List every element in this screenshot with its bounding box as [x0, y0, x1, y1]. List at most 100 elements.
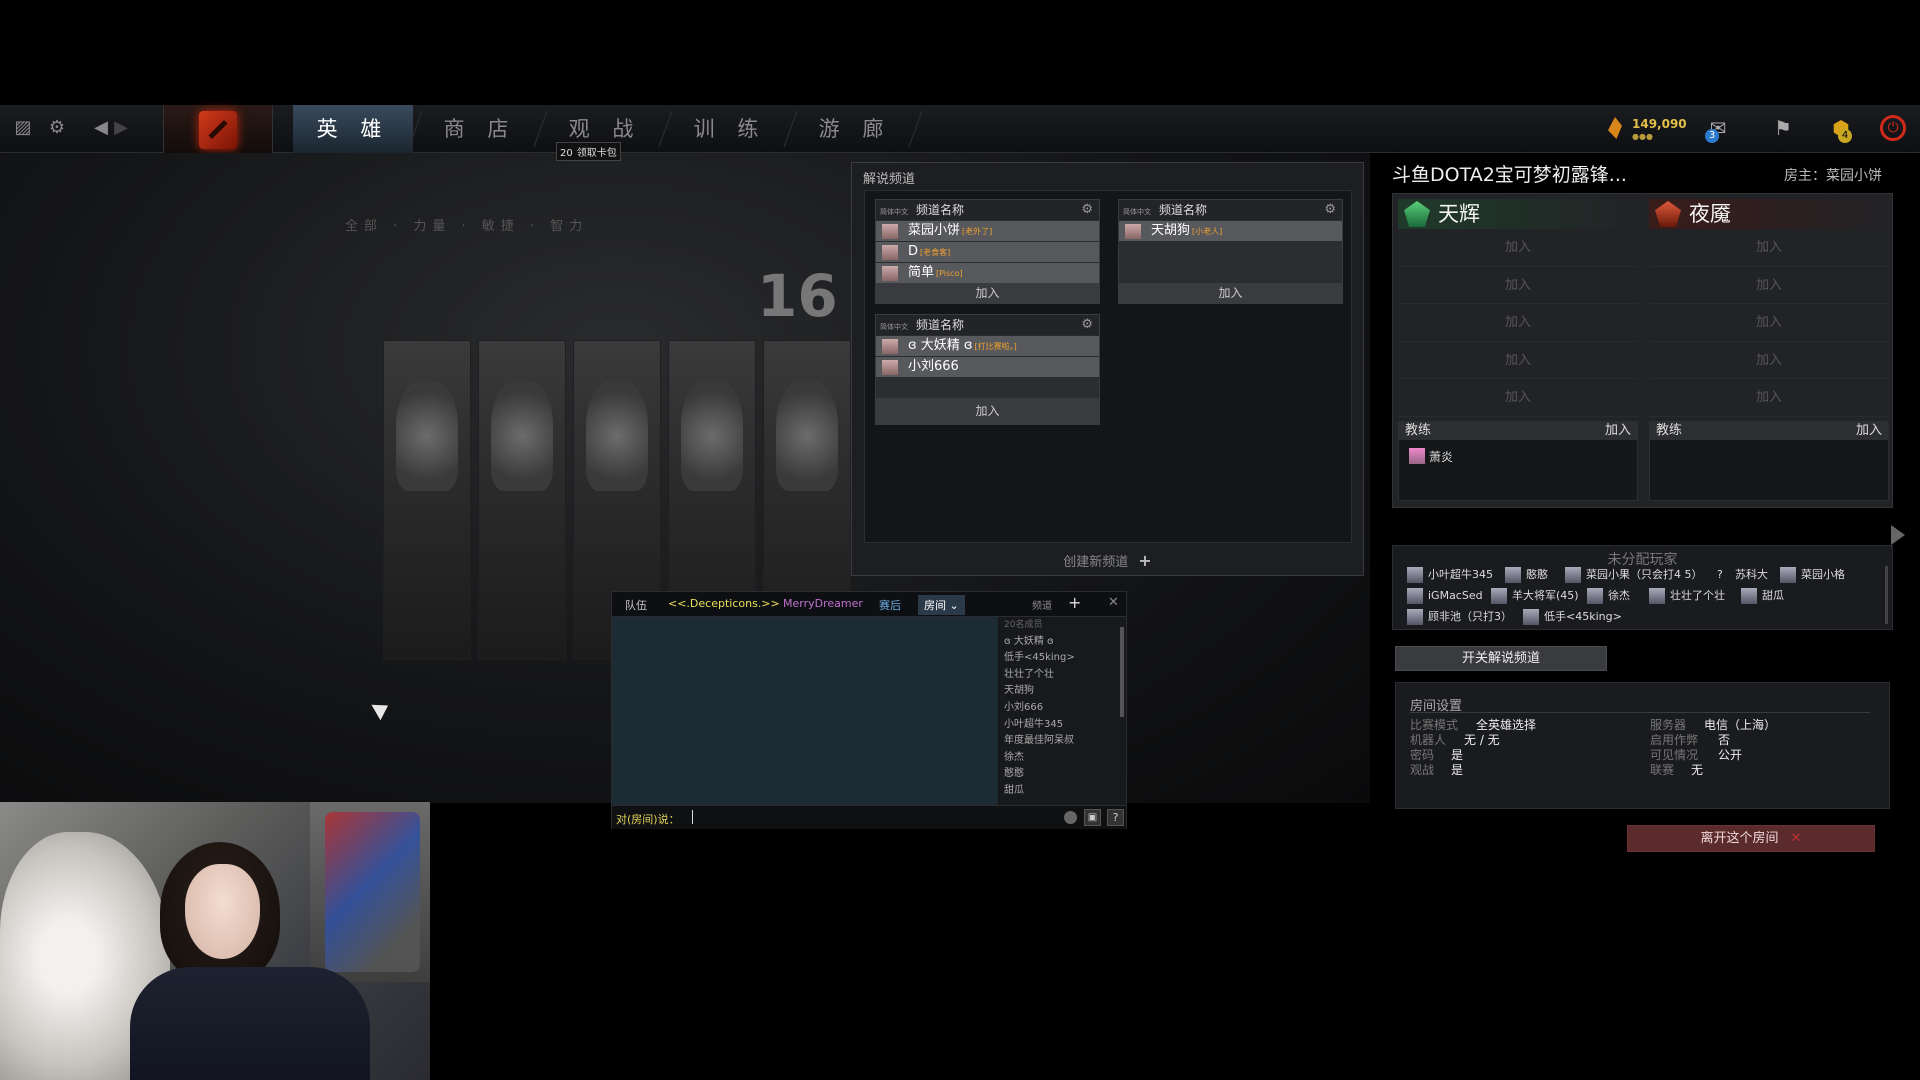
card-pack-label: 领取卡包	[576, 148, 617, 159]
power-icon[interactable]: ⏻	[1880, 115, 1906, 141]
dire-slot[interactable]: 加入	[1649, 229, 1889, 267]
text-cursor	[692, 810, 693, 824]
channel-settings-gear-icon[interactable]: ⚙	[1081, 315, 1093, 335]
card-pack-count: 20	[560, 148, 573, 159]
chat-member[interactable]: 年度最佳阿呆叔	[999, 733, 1126, 750]
unassigned-player[interactable]: 低手<45king>	[1523, 608, 1622, 626]
channel-join-button[interactable]: 加入	[1119, 283, 1342, 303]
caster-channel-list: 简体中文 频道名称 ⚙ 菜园小饼 [老外了] D [老食客] 简单 [Pisco] 加入 …	[864, 190, 1352, 543]
emoji-icon[interactable]	[1064, 811, 1077, 824]
member-list-scrollbar[interactable]	[1120, 627, 1124, 717]
unassigned-player[interactable]: 壮壮了个壮	[1649, 587, 1725, 605]
channel-language: 简体中文	[880, 208, 908, 216]
add-channel-icon[interactable]: +	[1068, 593, 1081, 612]
tab-heroes[interactable]: 英 雄	[293, 105, 413, 153]
chat-member[interactable]: 憨憨	[999, 766, 1126, 783]
chat-input-bar[interactable]: 对(房间)说： ▣ ?	[612, 805, 1126, 829]
dire-slot[interactable]: 加入	[1649, 267, 1889, 304]
unassigned-player[interactable]: iGMacSed	[1407, 587, 1483, 605]
next-arrow-icon[interactable]	[1891, 525, 1905, 545]
settings-gear-icon[interactable]: ⚙	[46, 117, 68, 139]
setting-value: 电信（上海）	[1704, 718, 1777, 732]
coach-label: 教练	[1405, 422, 1432, 438]
hero-card[interactable]	[383, 340, 471, 660]
chat-tab-guild[interactable]: <<.Decepticons.>>	[668, 597, 780, 610]
tab-learn[interactable]: 训 练	[670, 105, 790, 153]
unassigned-scrollbar[interactable]	[1885, 566, 1888, 624]
channel-header: 简体中文 频道名称 ⚙	[1119, 200, 1342, 220]
close-icon[interactable]: ✕	[1108, 595, 1119, 610]
radiant-slot[interactable]: 加入	[1398, 304, 1638, 342]
lobby-host: 房主：菜园小饼	[1784, 168, 1882, 184]
hero-filter-bar[interactable]: 全部 · 力量 · 敏捷 · 智力	[345, 215, 588, 234]
hero-card[interactable]	[478, 340, 566, 660]
unassigned-player[interactable]: 菜园小格	[1780, 566, 1845, 584]
chat-tabs: 队伍 <<.Decepticons.>> MerryDreamer 赛后 房间 …	[612, 592, 1126, 617]
chat-member[interactable]: 甜瓜	[999, 783, 1126, 800]
radiant-slot[interactable]: 加入	[1398, 342, 1638, 379]
radiant-slot[interactable]: 加入	[1398, 267, 1638, 304]
chat-member[interactable]: 低手<45king>	[999, 650, 1126, 667]
dota-logo-icon	[199, 111, 237, 149]
card-pack-notice[interactable]: 20 领取卡包	[556, 142, 621, 161]
chat-tab-merrydreamer[interactable]: MerryDreamer	[783, 597, 863, 610]
unassigned-player[interactable]: 顾非池（只打3）	[1407, 608, 1512, 626]
unassigned-player[interactable]: 小叶超牛345	[1407, 566, 1493, 584]
tab-store[interactable]: 商 店	[420, 105, 540, 153]
unassigned-player[interactable]: 菜园小果（只会打4 5）	[1565, 566, 1703, 584]
room-settings-panel: 房间设置 比赛模式 全英雄选择 机器人 无 / 无 密码 是 观战 是 服务器 …	[1395, 682, 1890, 809]
tab-arcade[interactable]: 游 廊	[795, 105, 915, 153]
channel-settings-gear-icon[interactable]: ⚙	[1324, 200, 1336, 220]
screenshot-icon[interactable]: ▨	[12, 117, 34, 139]
chat-tab-team[interactable]: 队伍	[625, 597, 647, 613]
unassigned-player[interactable]: 羊大将军(45)	[1491, 587, 1579, 605]
chat-member[interactable]: 小刘666	[999, 700, 1126, 717]
back-arrow-icon[interactable]: ◀	[90, 117, 112, 139]
unassigned-player[interactable]: 苏科大	[1735, 566, 1768, 584]
chat-member-list[interactable]: 20名成员 ɞ 大妖精 ɞ 低手<45king> 壮壮了个壮 天胡狗 小刘666…	[999, 617, 1126, 805]
avatar	[1409, 447, 1425, 464]
unassigned-player[interactable]: 甜瓜	[1741, 587, 1784, 605]
dota-logo-button[interactable]	[163, 105, 273, 153]
shards-amount: 149,090	[1632, 117, 1687, 131]
leave-room-button[interactable]: 离开这个房间 ✕	[1627, 825, 1875, 852]
toggle-caster-channel-button[interactable]: 开关解说频道	[1395, 646, 1607, 671]
dire-slot[interactable]: 加入	[1649, 304, 1889, 342]
dire-slot[interactable]: 加入	[1649, 379, 1889, 417]
avatar	[1565, 567, 1581, 583]
dire-slot[interactable]: 加入	[1649, 342, 1889, 379]
chat-member[interactable]: ɞ 大妖精 ɞ	[999, 634, 1126, 651]
chat-member[interactable]: 徐杰	[999, 750, 1126, 767]
member-note: [老食客]	[920, 248, 951, 257]
chat-channels-button[interactable]: 频道	[1032, 597, 1052, 612]
member-note: [打比赛啦。]	[974, 342, 1017, 351]
chat-log[interactable]	[612, 617, 998, 805]
chat-member[interactable]: 小叶超牛345	[999, 717, 1126, 734]
avatar	[1407, 609, 1423, 625]
unassigned-player[interactable]: ?	[1717, 566, 1723, 584]
coach-player[interactable]: 萧炎	[1409, 447, 1453, 465]
help-button[interactable]: ?	[1107, 809, 1124, 826]
chat-member[interactable]: 天胡狗	[999, 683, 1126, 700]
radiant-team: 天辉 加入 加入 加入 加入 加入 教练 加入 萧炎	[1398, 199, 1638, 501]
channel-settings-gear-icon[interactable]: ⚙	[1081, 200, 1093, 220]
inventory-icon[interactable]: ⚑	[1768, 113, 1798, 143]
channel-join-button[interactable]: 加入	[876, 398, 1099, 424]
channel-join-button[interactable]: 加入	[876, 283, 1099, 303]
image-icon[interactable]: ▣	[1084, 809, 1101, 826]
caster-panel-title: 解说频道	[863, 172, 916, 187]
unassigned-player[interactable]: 憨憨	[1505, 566, 1548, 584]
setting-value: 公开	[1718, 748, 1743, 762]
unassigned-player[interactable]: 徐杰	[1587, 587, 1630, 605]
chat-member[interactable]: 壮壮了个壮	[999, 667, 1126, 684]
create-channel-button[interactable]: 创建新频道 +	[852, 551, 1363, 570]
chat-tab-postgame[interactable]: 赛后	[879, 597, 901, 613]
coach-join-button[interactable]: 加入	[1605, 422, 1631, 440]
player-name: 低手<45king>	[1544, 610, 1622, 623]
coach-join-button[interactable]: 加入	[1856, 422, 1882, 440]
forward-arrow-icon[interactable]: ▶	[110, 117, 132, 139]
chat-tab-room[interactable]: 房间 ⌄	[918, 595, 965, 615]
radiant-slot[interactable]: 加入	[1398, 379, 1638, 417]
radiant-slot[interactable]: 加入	[1398, 229, 1638, 267]
channel-empty-row	[1119, 241, 1342, 262]
